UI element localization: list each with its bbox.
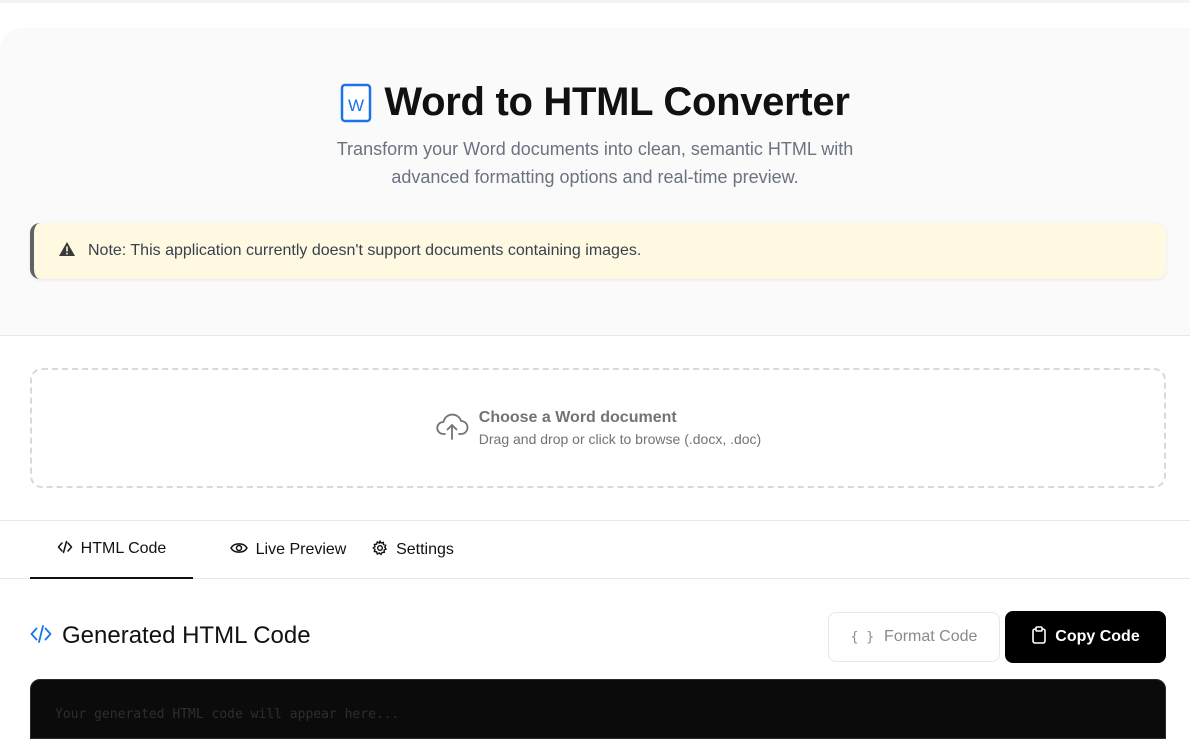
- upload-text: Choose a Word document Drag and drop or …: [479, 409, 761, 447]
- subtitle-line-1: Transform your Word documents into clean…: [336, 139, 854, 159]
- clipboard-icon: [1031, 625, 1047, 649]
- gear-icon: [372, 539, 388, 561]
- section-title: Generated HTML Code: [62, 622, 311, 649]
- note-text: Note: This application currently doesn't…: [88, 242, 642, 259]
- cloud-upload-icon: [435, 409, 469, 448]
- subtitle-line-2: advanced formatting options and real-tim…: [391, 167, 799, 187]
- note-banner: Note: This application currently doesn't…: [30, 223, 1166, 279]
- code-icon: [30, 623, 52, 650]
- braces-icon: { }: [850, 629, 875, 645]
- upload-subtitle: Drag and drop or click to browse (.docx,…: [478, 431, 762, 447]
- hero-header: W Word to HTML Converter Transform your …: [0, 28, 1190, 336]
- svg-text:W: W: [348, 96, 364, 115]
- copy-code-label: Copy Code: [1055, 628, 1140, 645]
- title-row: W Word to HTML Converter: [0, 80, 1190, 125]
- code-placeholder: Your generated HTML code will appear her…: [55, 707, 400, 722]
- tab-bar: HTML Code Live Preview Settings: [0, 520, 1190, 579]
- top-strip: [0, 0, 1190, 3]
- tab-live-preview-label: Live Preview: [255, 541, 347, 558]
- tab-settings[interactable]: Settings: [363, 521, 463, 579]
- word-document-icon: W: [340, 83, 372, 123]
- upload-title: Choose a Word document: [478, 409, 677, 426]
- copy-code-button[interactable]: Copy Code: [1005, 611, 1166, 663]
- format-code-label: Format Code: [884, 628, 978, 645]
- tab-html-code-label: HTML Code: [80, 540, 167, 557]
- tab-live-preview[interactable]: Live Preview: [193, 521, 383, 579]
- format-code-button[interactable]: { } Format Code: [828, 612, 1000, 662]
- code-section-header: Generated HTML Code: [30, 622, 311, 650]
- code-icon: [57, 539, 73, 560]
- eye-icon: [229, 541, 248, 560]
- code-output-area[interactable]: Your generated HTML code will appear her…: [30, 679, 1166, 739]
- upload-dropzone[interactable]: Choose a Word document Drag and drop or …: [30, 368, 1166, 488]
- tab-html-code[interactable]: HTML Code: [30, 521, 193, 579]
- page-title: Word to HTML Converter: [384, 80, 850, 124]
- warning-icon: [58, 241, 76, 262]
- tab-settings-label: Settings: [396, 541, 454, 558]
- page-subtitle: Transform your Word documents into clean…: [0, 135, 1190, 191]
